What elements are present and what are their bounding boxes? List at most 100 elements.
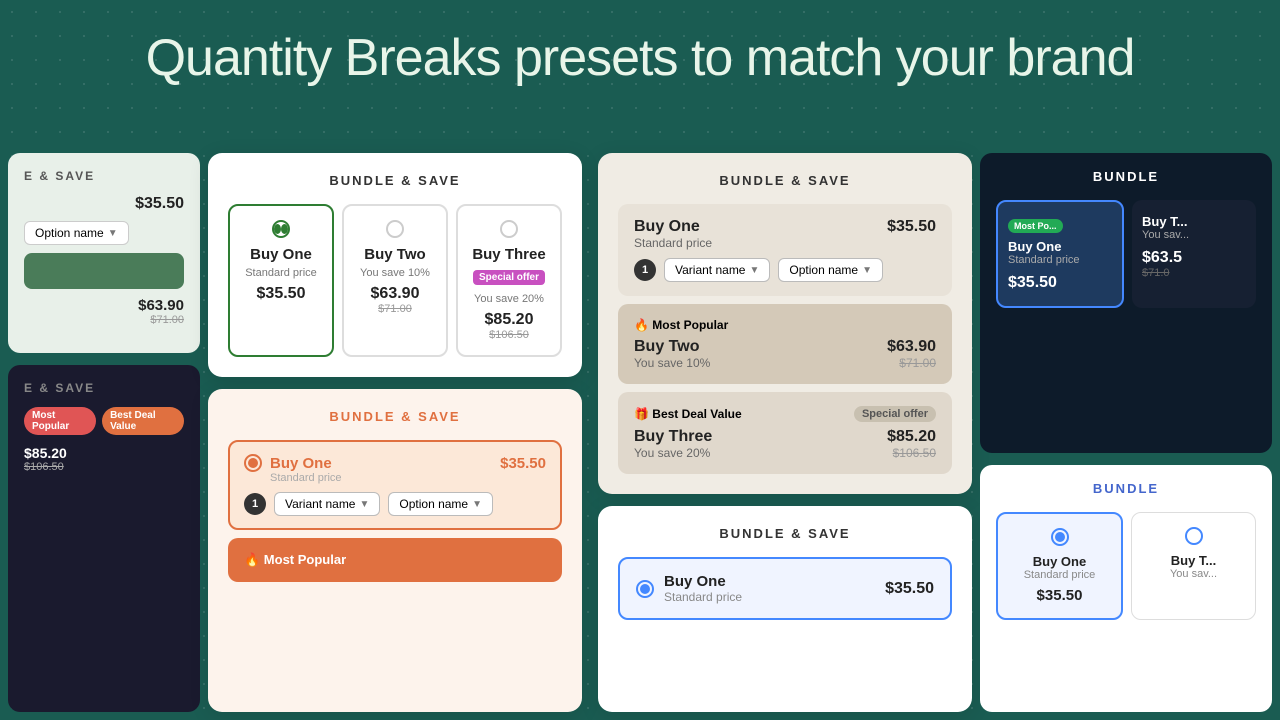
bundle-card-beige: BUNDLE & SAVE Buy One Standard price $35… xyxy=(598,153,972,494)
bundle-row-2[interactable]: 🔥 Most Popular Buy Two You save 10% $63.… xyxy=(618,304,952,384)
blue-radio-1 xyxy=(636,580,654,598)
dark-col-2[interactable]: Buy T... You sav... $63.5 $71.0 xyxy=(1132,200,1256,308)
opt1-sub: Standard price xyxy=(240,267,322,279)
orange-buy-title: Buy One xyxy=(270,455,332,472)
white-bottom-title: Buy One xyxy=(664,573,742,590)
white-bottom-price: $35.50 xyxy=(885,580,934,598)
bundle-card-white-bottom: BUNDLE & SAVE Buy One Standard price $35… xyxy=(598,506,972,712)
card-right-partial: BUNDLE Most Po... Buy One Standard price… xyxy=(980,145,1280,720)
dark-col2-title: Buy T... xyxy=(1142,214,1246,229)
row3-orig: $106.50 xyxy=(887,446,936,460)
row3-title: Buy Three xyxy=(634,428,712,446)
blue-radio-white-2 xyxy=(1185,527,1203,545)
card-partial-bottom-dark: E & SAVE Most Popular Best Deal Value $8… xyxy=(8,365,200,712)
partial-bundle-title-dark: E & SAVE xyxy=(24,381,184,395)
blue-radio-white-1 xyxy=(1051,528,1069,546)
option-dropdown-beige[interactable]: Option name ▼ xyxy=(778,258,883,282)
card-right-white: BUNDLE Buy One Standard price $35.50 Buy… xyxy=(980,465,1272,712)
dark-col2-orig: $71.0 xyxy=(1142,267,1246,279)
dark-cols: Most Po... Buy One Standard price $35.50… xyxy=(996,200,1256,308)
row1-price: $35.50 xyxy=(887,218,936,236)
row2-orig: $71.00 xyxy=(887,356,936,370)
variant-dropdown-orange[interactable]: Variant name ▼ xyxy=(274,492,380,516)
row2-price: $63.90 xyxy=(887,338,936,356)
row2-label: 🔥 Most Popular xyxy=(634,318,936,332)
row3-label: 🎁 Best Deal Value Special offer xyxy=(634,406,936,422)
white-bottom-row-1[interactable]: Buy One Standard price $35.50 xyxy=(618,557,952,620)
dark-col1-sub: Standard price xyxy=(1008,254,1112,266)
bundle-card-white-top: BUNDLE & SAVE Buy One Standard price $35… xyxy=(208,153,582,377)
bundle-card-orange: BUNDLE & SAVE Buy One $35.50 Standard pr… xyxy=(208,389,582,712)
bundle-title-white-bottom: BUNDLE & SAVE xyxy=(618,526,952,541)
opt1-price: $35.50 xyxy=(240,285,322,303)
opt2-title: Buy Two xyxy=(354,246,436,263)
white-col2-sub: You sav... xyxy=(1142,568,1245,580)
row3-sub: You save 20% xyxy=(634,446,712,460)
options-row: Buy One Standard price $35.50 Buy Two Yo… xyxy=(228,204,562,357)
card-center-right: BUNDLE & SAVE Buy One Standard price $35… xyxy=(590,145,980,720)
opt2-sub: You save 10% xyxy=(354,267,436,279)
card-left-partial: E & SAVE $35.50 Option name ▼ $63.90 $71… xyxy=(0,145,200,720)
orange-radio xyxy=(244,454,262,472)
white-col2-title: Buy T... xyxy=(1142,553,1245,568)
bundle-row-1[interactable]: Buy One Standard price $35.50 1 Variant … xyxy=(618,204,952,296)
partial-dark-price3: $85.20 xyxy=(24,445,67,461)
bundle-title-beige: BUNDLE & SAVE xyxy=(618,173,952,188)
row2-title: Buy Two xyxy=(634,338,710,356)
option-dropdown-left[interactable]: Option name ▼ xyxy=(24,221,129,245)
partial-bundle-title-left: E & SAVE xyxy=(24,169,184,183)
partial-dark-orig: $106.50 xyxy=(24,461,67,473)
opt2-price: $63.90 xyxy=(354,285,436,303)
white-col-1[interactable]: Buy One Standard price $35.50 xyxy=(996,512,1123,620)
white-col1-title: Buy One xyxy=(1008,554,1111,569)
dark-col2-sub: You sav... xyxy=(1142,229,1246,241)
popular-banner-label: 🔥 Most Popular xyxy=(244,552,546,568)
deal-badge-dark: Best Deal Value xyxy=(102,407,184,435)
white-col1-sub: Standard price xyxy=(1008,569,1111,581)
orange-sub: Standard price xyxy=(270,472,546,484)
card-right-dark: BUNDLE Most Po... Buy One Standard price… xyxy=(980,153,1272,453)
white-col1-price: $35.50 xyxy=(1008,587,1111,604)
dark-col1-title: Buy One xyxy=(1008,239,1112,254)
opt1-title: Buy One xyxy=(240,246,322,263)
opt3-title: Buy Three xyxy=(468,246,550,263)
option-card-3[interactable]: Buy Three Special offer You save 20% $85… xyxy=(456,204,562,357)
opt3-sub: You save 20% xyxy=(468,293,550,305)
bundle-title-white-top: BUNDLE & SAVE xyxy=(228,173,562,188)
opt2-orig: $71.00 xyxy=(354,303,436,315)
radio-2 xyxy=(386,220,404,238)
dark-col1-price: $35.50 xyxy=(1008,274,1112,292)
dark-col2-price: $63.5 xyxy=(1142,249,1246,267)
white-bottom-sub: Standard price xyxy=(664,590,742,604)
page-title: Quantity Breaks presets to match your br… xyxy=(0,0,1280,108)
row3-price: $85.20 xyxy=(887,428,936,446)
row1-sub: Standard price xyxy=(634,236,712,250)
special-offer-tag: Special offer xyxy=(854,406,936,422)
partial-price-2: $63.90 $71.00 xyxy=(24,297,184,326)
partial-green-row xyxy=(24,253,184,289)
opt3-orig: $106.50 xyxy=(468,329,550,341)
dark-col-1[interactable]: Most Po... Buy One Standard price $35.50 xyxy=(996,200,1124,308)
most-popular-tag-dark: Most Po... xyxy=(1008,219,1063,233)
row2-sub: You save 10% xyxy=(634,356,710,370)
variant-dropdown-beige[interactable]: Variant name ▼ xyxy=(664,258,770,282)
orange-price: $35.50 xyxy=(500,455,546,472)
bundle-row-3[interactable]: 🎁 Best Deal Value Special offer Buy Thre… xyxy=(618,392,952,474)
orange-selected-row[interactable]: Buy One $35.50 Standard price 1 Variant … xyxy=(228,440,562,530)
special-badge: Special offer xyxy=(473,270,545,285)
bundle-title-dark-right: BUNDLE xyxy=(996,169,1256,184)
card-partial-top: E & SAVE $35.50 Option name ▼ $63.90 $71… xyxy=(8,153,200,353)
variant-num-beige: 1 xyxy=(634,259,656,281)
bundle-title-blue-right: BUNDLE xyxy=(996,481,1256,496)
variant-num-orange: 1 xyxy=(244,493,266,515)
partial-price-1: $35.50 xyxy=(24,195,184,213)
white-col-2[interactable]: Buy T... You sav... xyxy=(1131,512,1256,620)
bundle-title-orange: BUNDLE & SAVE xyxy=(228,409,562,424)
popular-badge-dark: Most Popular xyxy=(24,407,96,435)
option-card-1[interactable]: Buy One Standard price $35.50 xyxy=(228,204,334,357)
variant-row-beige: 1 Variant name ▼ Option name ▼ xyxy=(634,258,936,282)
option-card-2[interactable]: Buy Two You save 10% $63.90 $71.00 xyxy=(342,204,448,357)
variant-row-orange: 1 Variant name ▼ Option name ▼ xyxy=(244,492,546,516)
option-dropdown-orange[interactable]: Option name ▼ xyxy=(388,492,493,516)
radio-3 xyxy=(500,220,518,238)
